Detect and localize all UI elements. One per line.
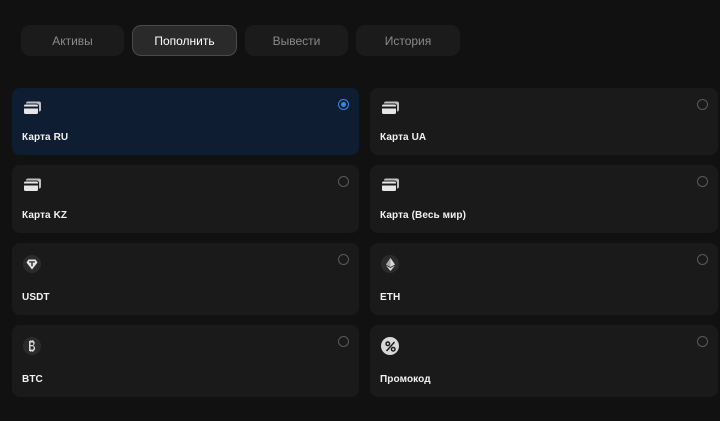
usdt-icon <box>22 254 42 274</box>
promo-icon <box>380 336 400 356</box>
radio-unselected[interactable] <box>697 254 708 265</box>
method-card-kz[interactable]: Карта KZ <box>12 165 359 233</box>
tab-bar: Активы Пополнить Вывести История <box>21 25 460 56</box>
method-card-btc[interactable]: BTC <box>12 325 359 397</box>
card-icon <box>22 98 42 118</box>
radio-unselected[interactable] <box>338 336 349 347</box>
card-icon <box>380 98 400 118</box>
tab-history[interactable]: История <box>356 25 460 56</box>
method-label: Промокод <box>380 374 431 385</box>
card-icon <box>22 175 42 195</box>
method-label: Карта (Весь мир) <box>380 210 467 221</box>
method-label: USDT <box>22 292 50 303</box>
btc-icon <box>22 336 42 356</box>
method-card-usdt[interactable]: USDT <box>12 243 359 315</box>
radio-unselected[interactable] <box>697 176 708 187</box>
method-card-ua[interactable]: Карта UA <box>370 88 718 155</box>
method-label: Карта RU <box>22 132 69 143</box>
method-label: BTC <box>22 374 43 385</box>
tab-withdraw[interactable]: Вывести <box>245 25 348 56</box>
method-card-eth[interactable]: ETH <box>370 243 718 315</box>
radio-selected[interactable] <box>338 99 349 110</box>
payment-methods-grid: Карта RU Карта UA Карта KZ Карта (Весь м… <box>12 88 718 397</box>
radio-unselected[interactable] <box>697 336 708 347</box>
method-label: Карта UA <box>380 132 427 143</box>
card-icon <box>380 175 400 195</box>
tab-deposit[interactable]: Пополнить <box>132 25 237 56</box>
method-card-ru[interactable]: Карта RU <box>12 88 359 155</box>
method-label: ETH <box>380 292 401 303</box>
method-card-promo[interactable]: Промокод <box>370 325 718 397</box>
radio-unselected[interactable] <box>338 254 349 265</box>
method-label: Карта KZ <box>22 210 68 221</box>
deposit-panel: Активы Пополнить Вывести История Карта R… <box>0 0 720 421</box>
tab-assets[interactable]: Активы <box>21 25 124 56</box>
radio-unselected[interactable] <box>697 99 708 110</box>
eth-icon <box>380 254 400 274</box>
method-card-world[interactable]: Карта (Весь мир) <box>370 165 718 233</box>
radio-unselected[interactable] <box>338 176 349 187</box>
